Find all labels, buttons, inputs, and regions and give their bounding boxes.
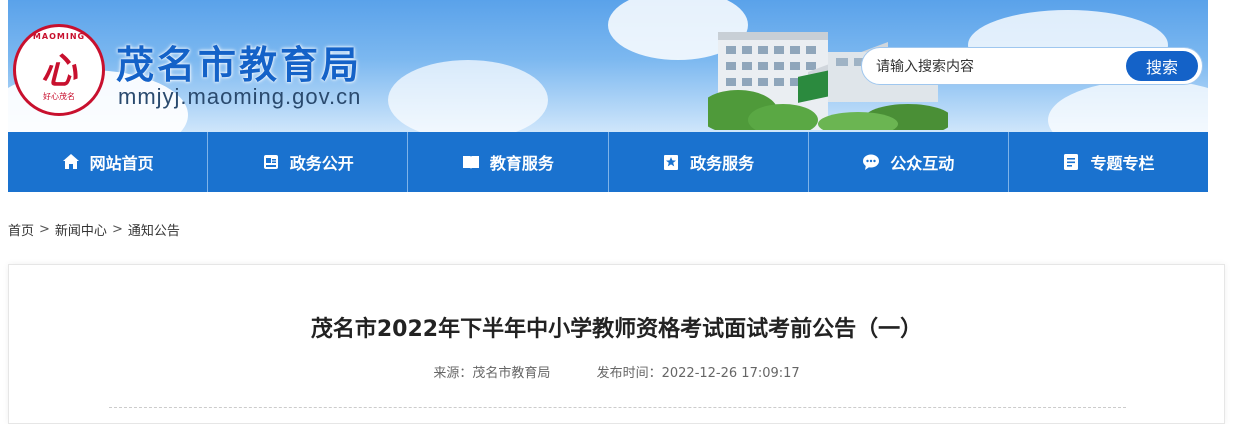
search-input[interactable]: [876, 56, 1116, 78]
article-source: 来源：茂名市教育局: [433, 366, 551, 381]
article-divider: [109, 407, 1126, 408]
breadcrumb: 首页 > 新闻中心 > 通知公告: [8, 220, 180, 239]
logo-ring-text: MAOMING: [32, 32, 86, 41]
nav-item-public-interaction[interactable]: 公众互动: [809, 132, 1009, 192]
article-card: 茂名市2022年下半年中小学教师资格考试面试考前公告（一） 来源：茂名市教育局 …: [8, 264, 1225, 424]
article-publish-time: 发布时间：2022-12-26 17:09:17: [596, 366, 800, 381]
nav-item-label: 政务公开: [289, 154, 354, 173]
home-icon: [62, 154, 79, 169]
book-icon: [462, 156, 479, 169]
logo-slogan: 好心茂名: [43, 92, 75, 101]
document-list-icon: [1064, 154, 1079, 170]
breadcrumb-separator: >: [111, 222, 123, 237]
nav-item-label: 公众互动: [890, 154, 955, 173]
bookmark-star-icon: [664, 155, 679, 170]
chat-icon: [863, 154, 880, 170]
id-card-icon: [263, 155, 278, 169]
nav-item-government-affairs[interactable]: 政务公开: [208, 132, 409, 192]
cloud-decoration: [388, 60, 548, 132]
breadcrumb-home[interactable]: 首页: [8, 220, 34, 239]
search-box: 搜索: [861, 47, 1203, 85]
breadcrumb-notices[interactable]: 通知公告: [128, 220, 180, 239]
nav-item-label: 专题专栏: [1090, 154, 1155, 173]
search-button[interactable]: 搜索: [1126, 51, 1198, 81]
nav-item-home[interactable]: 网站首页: [8, 132, 209, 192]
main-nav: 网站首页 政务公开 教育服务 政务服务 公众互动 专题专栏: [8, 132, 1208, 192]
site-banner: MAOMING 心 好心茂名 茂名市教育局 mmjyj.maoming.gov.…: [8, 0, 1208, 132]
site-url: mmjyj.maoming.gov.cn: [118, 84, 362, 109]
breadcrumb-news-center[interactable]: 新闻中心: [55, 220, 107, 239]
nav-item-label: 教育服务: [489, 154, 554, 173]
article-meta: 来源：茂名市教育局 发布时间：2022-12-26 17:09:17: [9, 362, 1224, 381]
nav-item-education-services[interactable]: 教育服务: [408, 132, 609, 192]
nav-item-label: 政务服务: [690, 154, 755, 173]
nav-item-label: 网站首页: [89, 154, 154, 173]
article-title: 茂名市2022年下半年中小学教师资格考试面试考前公告（一）: [310, 317, 923, 342]
site-title[interactable]: 茂名市教育局: [116, 34, 362, 89]
breadcrumb-separator: >: [39, 222, 50, 237]
logo-mark-icon: 心: [40, 50, 77, 92]
site-logo[interactable]: MAOMING 心 好心茂名: [13, 24, 105, 116]
nav-item-special-topics[interactable]: 专题专栏: [1009, 132, 1208, 192]
nav-item-government-services[interactable]: 政务服务: [609, 132, 809, 192]
cloud-decoration: [1048, 80, 1208, 132]
